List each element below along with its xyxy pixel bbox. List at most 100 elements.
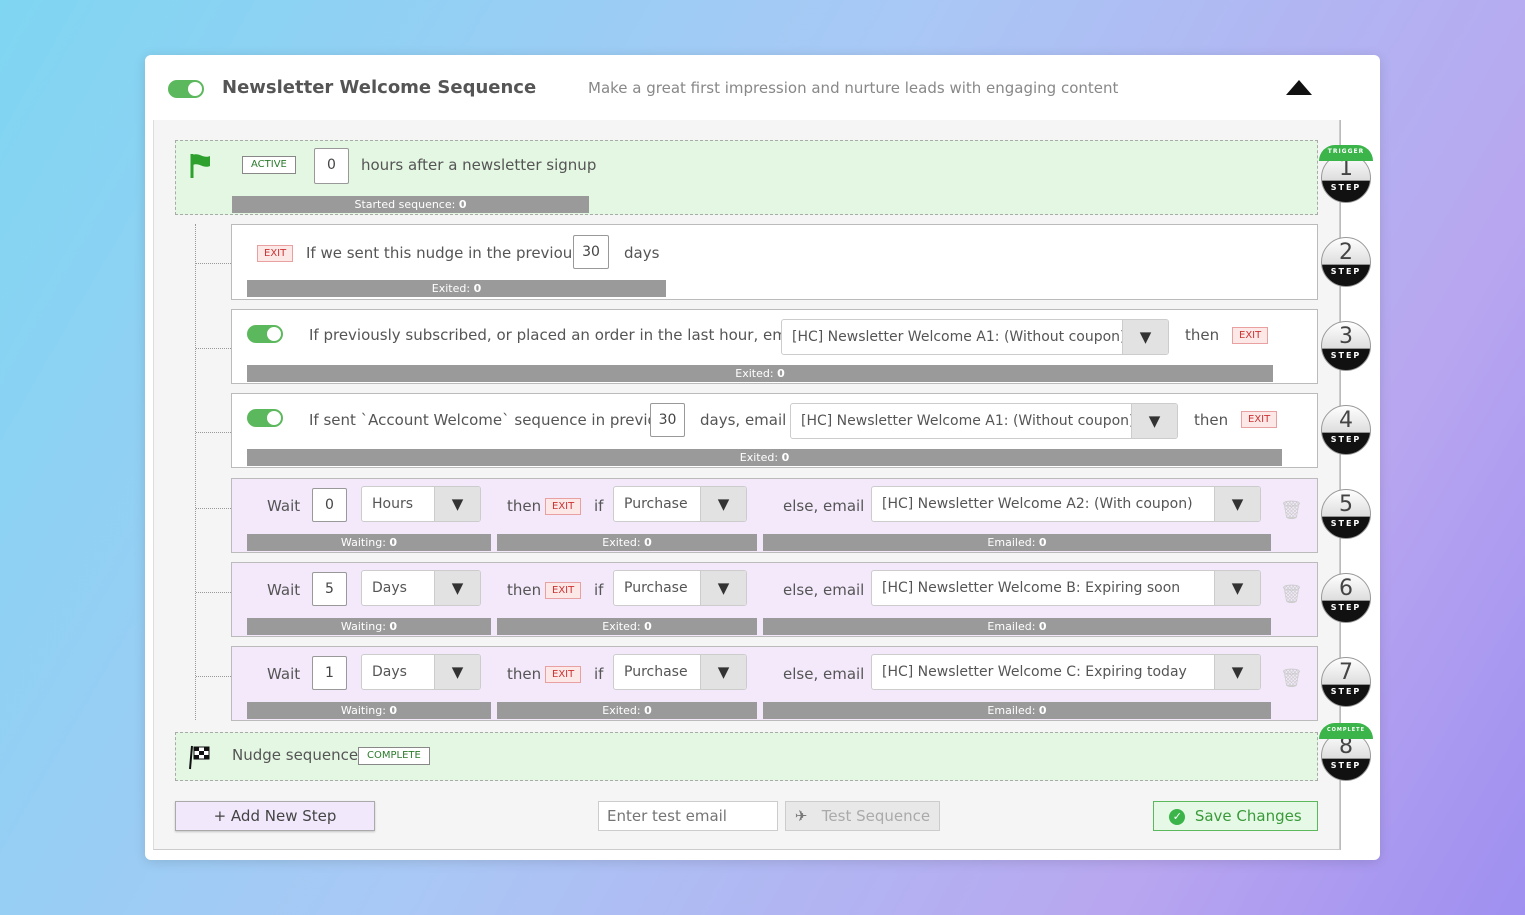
condition-select[interactable]: Purchase ▼ [613,654,747,690]
stat-label: Emailed: [987,536,1036,549]
chevron-down-icon: ▼ [1131,404,1177,438]
wait-unit-value: Days [372,580,407,596]
exit-badge: EXIT [257,245,294,262]
complete-text: Nudge sequence [232,746,359,764]
stat-value: 0 [1038,536,1047,549]
account-welcome-days-input[interactable]: 30 [650,403,685,437]
condition-select[interactable]: Purchase ▼ [613,486,747,522]
stat-value: 0 [644,536,652,549]
stat-label: Exited: [602,536,641,549]
stat-label: Waiting: [340,620,386,633]
wait-unit-select[interactable]: Hours ▼ [361,486,481,522]
wait-unit-value: Hours [372,496,414,512]
complete-badge: COMPLETE [358,747,430,765]
trigger-ribbon: TRIGGER [1319,145,1373,161]
email-select[interactable]: [HC] Newsletter Welcome A2: (With coupon… [871,486,1261,522]
chevron-down-icon: ▼ [1214,655,1260,689]
test-email-input[interactable] [598,801,778,831]
email-value: [HC] Newsletter Welcome A2: (With coupon… [882,496,1193,512]
started-stat-bar: Started sequence: 0 [232,196,589,213]
wait-amount-input[interactable]: 5 [312,572,347,606]
triangle-up-icon[interactable] [1286,80,1312,95]
exit-badge: EXIT [1241,411,1278,428]
stat-value: 0 [389,620,398,633]
step-badge-7: 7 STEP [1321,657,1371,707]
days-email-label: days, email [700,411,787,429]
chevron-down-icon: ▼ [1122,320,1168,354]
stat-label: Waiting: [340,704,386,717]
connector-line [196,676,231,677]
complete-ribbon: COMPLETE [1319,723,1373,739]
active-badge: ACTIVE [242,156,296,174]
send-icon: ✈ [794,807,808,825]
trigger-hours-input[interactable]: 0 [314,148,349,184]
sequence-title: Newsletter Welcome Sequence [222,77,537,98]
exited-stat-bar: Exited: 0 [497,618,757,635]
step-number: 2 [1339,240,1353,265]
subscribed-rule-toggle[interactable] [247,325,283,343]
account-welcome-toggle[interactable] [247,409,283,427]
step-badge-2: 2 STEP [1321,237,1371,287]
then-label: then [507,665,542,683]
email-value: [HC] Newsletter Welcome B: Expiring soon [882,580,1181,596]
exit-badge: EXIT [545,666,582,683]
wait-unit-select[interactable]: Days ▼ [361,654,481,690]
chevron-down-icon: ▼ [1214,571,1260,605]
days-label: days [624,244,660,262]
if-label: if [594,581,604,599]
test-sequence-button[interactable]: ✈ Test Sequence [785,801,940,831]
save-changes-button[interactable]: ✓ Save Changes [1153,801,1318,831]
step-number: 7 [1339,660,1353,685]
subscribed-email-select[interactable]: [HC] Newsletter Welcome A1: (Without cou… [781,319,1169,355]
then-label: then [507,497,542,515]
condition-value: Purchase [624,496,688,512]
waiting-stat-bar: Waiting: 0 [247,534,491,551]
sequence-subtitle: Make a great first impression and nurtur… [588,79,1119,97]
chevron-down-icon: ▼ [434,655,480,689]
stat-label: Exited: [602,620,641,633]
email-value: [HC] Newsletter Welcome C: Expiring toda… [882,664,1187,680]
wait-amount-input[interactable]: 1 [312,656,347,690]
if-label: if [594,497,604,515]
step-label: STEP [1330,519,1362,528]
connector-line [196,432,231,433]
email-select[interactable]: [HC] Newsletter Welcome B: Expiring soon… [871,570,1261,606]
step-badge-4: 4 STEP [1321,405,1371,455]
wait-unit-select[interactable]: Days ▼ [361,570,481,606]
wait-label: Wait [267,665,301,683]
stat-label: Waiting: [340,536,386,549]
condition-select[interactable]: Purchase ▼ [613,570,747,606]
trash-icon[interactable]: 🗑 [1280,584,1303,606]
account-welcome-text: If sent `Account Welcome` sequence in pr… [309,411,675,429]
emailed-stat-bar: Emailed: 0 [763,618,1271,635]
exit-days-input[interactable]: 30 [573,235,609,269]
add-new-step-button[interactable]: + Add New Step [175,801,375,831]
check-circle-icon: ✓ [1169,808,1186,825]
exited-stat-bar: Exited: 0 [247,280,666,297]
wait-amount-input[interactable]: 0 [312,488,347,522]
step-number: 4 [1339,408,1353,433]
trash-icon[interactable]: 🗑 [1280,500,1303,522]
email-select[interactable]: [HC] Newsletter Welcome C: Expiring toda… [871,654,1261,690]
trash-icon[interactable]: 🗑 [1280,668,1303,690]
connector-line [196,508,231,509]
sequence-enabled-toggle[interactable] [168,80,204,98]
wait-label: Wait [267,581,301,599]
exited-stat-bar: Exited: 0 [247,365,1273,382]
stat-value: 0 [389,536,398,549]
step-label: STEP [1330,183,1362,192]
then-label: then [507,581,542,599]
stat-value: 0 [644,704,652,717]
wait-unit-value: Days [372,664,407,680]
checkered-flag-icon [189,745,210,770]
exited-stat-bar: Exited: 0 [497,534,757,551]
step-badge-5: 5 STEP [1321,489,1371,539]
account-welcome-email-select[interactable]: [HC] Newsletter Welcome A1: (Without cou… [790,403,1178,439]
step-label: STEP [1330,435,1362,444]
else-email-label: else, email [783,497,865,515]
step-badge-3: 3 STEP [1321,321,1371,371]
chevron-down-icon: ▼ [434,571,480,605]
stat-value: 0 [1038,704,1047,717]
connector-line [196,263,231,264]
wait-label: Wait [267,497,301,515]
